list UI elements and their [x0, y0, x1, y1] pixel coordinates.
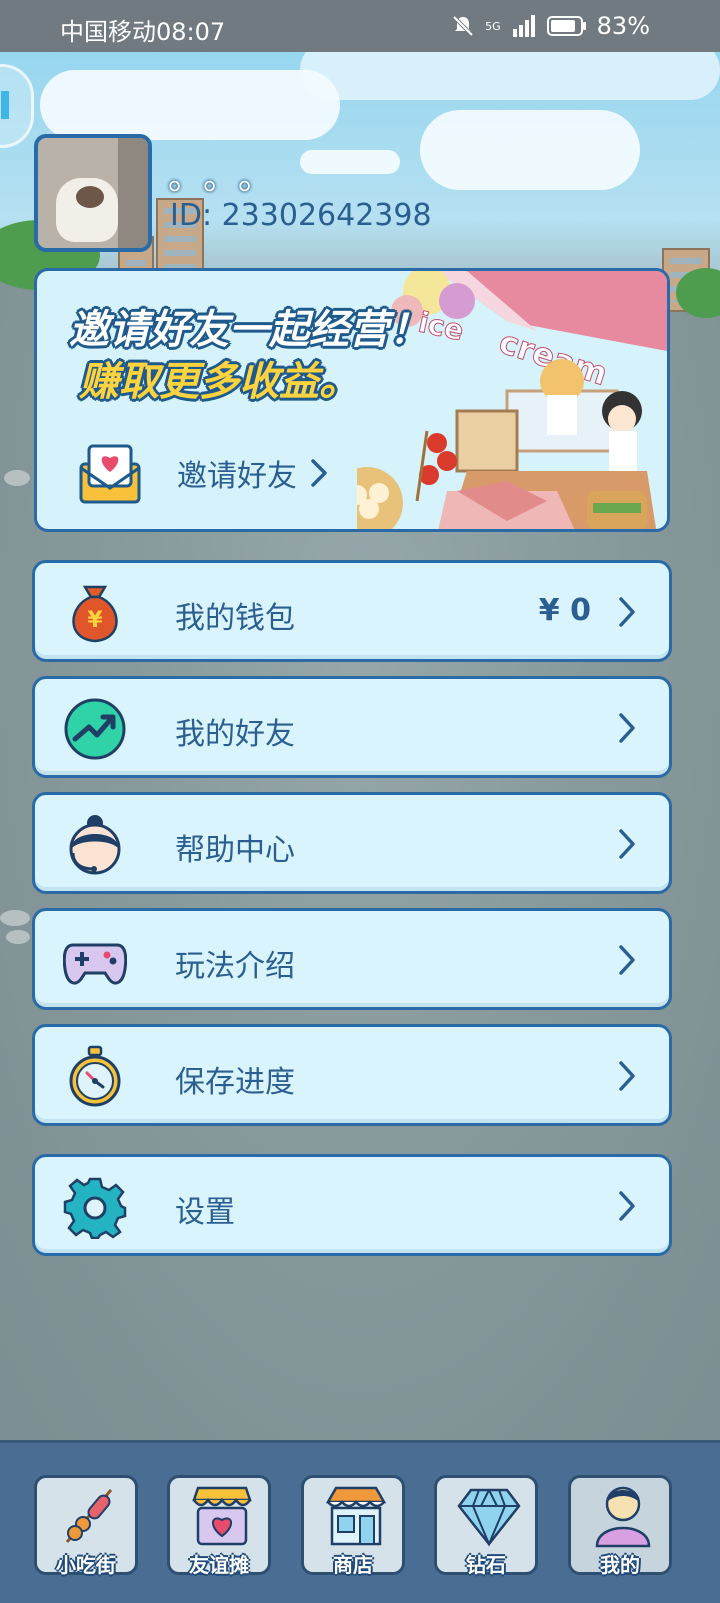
network-type: 5G — [485, 21, 501, 32]
clock-text: 08:07 — [156, 18, 226, 46]
person-icon — [595, 1486, 651, 1548]
nav-diamond[interactable]: 钻石 — [434, 1475, 538, 1577]
guide-label: 玩法介绍 — [175, 949, 295, 984]
cloud — [300, 150, 400, 174]
avatar[interactable] — [34, 134, 152, 252]
battery-icon — [546, 16, 586, 36]
status-bar: 中国移动08:07 5G 83% — [0, 0, 720, 52]
avatar-door — [118, 138, 148, 248]
cloud — [40, 70, 340, 140]
chevron-right-icon — [619, 945, 635, 975]
menu-row-wallet[interactable]: ¥ 我的钱包 ¥ 0 — [32, 560, 672, 662]
stone — [4, 470, 30, 486]
battery-percent: 83% — [596, 12, 650, 40]
chevron-right-icon — [619, 829, 635, 859]
menu-row-help[interactable]: 帮助中心 — [32, 792, 672, 894]
bottom-nav: 小吃街 友谊摊 商店 钻石 我的 — [0, 1440, 720, 1603]
nav-label: 商店 — [333, 1553, 373, 1577]
nav-friendship-stall[interactable]: 友谊摊 — [167, 1475, 271, 1577]
skewer-icon — [65, 1489, 113, 1543]
chevron-right-icon — [619, 1191, 635, 1221]
wallet-label: 我的钱包 — [175, 601, 295, 636]
heart-stall-icon — [192, 1486, 252, 1546]
nav-label: 友谊摊 — [189, 1553, 249, 1577]
chevron-right-icon — [619, 597, 635, 627]
signal-icon — [512, 15, 535, 37]
trend-up-icon — [64, 698, 126, 760]
carrier-text: 中国移动 — [60, 18, 156, 46]
invite-subline: 赚取更多收益。 — [79, 359, 359, 405]
menu-row-friends[interactable]: 我的好友 — [32, 676, 672, 778]
nav-label: 小吃街 — [56, 1553, 116, 1577]
invite-friends-label: 邀请好友 — [177, 459, 297, 494]
nickname: 。。。 — [168, 158, 290, 198]
friends-label: 我的好友 — [175, 717, 295, 752]
nav-snack-street[interactable]: 小吃街 — [34, 1475, 138, 1577]
cloud — [420, 110, 640, 190]
status-left: 中国移动08:07 — [60, 12, 225, 47]
stopwatch-icon — [69, 1045, 121, 1107]
nav-mine[interactable]: 我的 — [568, 1475, 672, 1577]
network-label: 5G — [485, 19, 501, 33]
settings-label: 设置 — [175, 1195, 235, 1230]
menu-row-save[interactable]: 保存进度 — [32, 1024, 672, 1126]
status-right: 5G 83% — [451, 12, 650, 40]
bell-muted-icon — [452, 15, 474, 37]
svg-text:¥: ¥ — [87, 608, 103, 633]
invite-headline: 邀请好友一起经营！ — [69, 307, 429, 353]
money-bag-icon: ¥ — [72, 585, 118, 643]
avatar-cat-face — [76, 186, 104, 208]
chevron-right-icon — [619, 1061, 635, 1091]
chevron-right-icon — [619, 713, 635, 743]
nav-label: 我的 — [600, 1553, 640, 1577]
gear-icon — [63, 1177, 127, 1239]
nav-label: 钻石 — [466, 1553, 506, 1577]
gamepad-icon — [63, 943, 127, 985]
save-progress-label: 保存进度 — [175, 1065, 295, 1100]
invite-card[interactable]: ice cream 邀请好友一起经营！ 赚取更多收益。 邀请好友 — [34, 268, 670, 532]
menu-row-settings[interactable]: 设置 — [32, 1154, 672, 1256]
wallet-balance: ¥ 0 — [538, 593, 591, 628]
invite-friends-link[interactable]: 邀请好友 — [77, 437, 329, 509]
menu-row-guide[interactable]: 玩法介绍 — [32, 908, 672, 1010]
stone — [0, 910, 30, 926]
customer-service-icon — [69, 815, 121, 875]
user-id: ID: 23302642398 — [170, 198, 432, 233]
stone — [6, 930, 30, 944]
chevron-right-icon — [311, 459, 327, 487]
diamond-icon — [457, 1488, 521, 1547]
help-label: 帮助中心 — [175, 833, 295, 868]
envelope-heart-icon — [79, 444, 141, 504]
shop-icon — [325, 1486, 387, 1546]
nav-shop[interactable]: 商店 — [301, 1475, 405, 1577]
